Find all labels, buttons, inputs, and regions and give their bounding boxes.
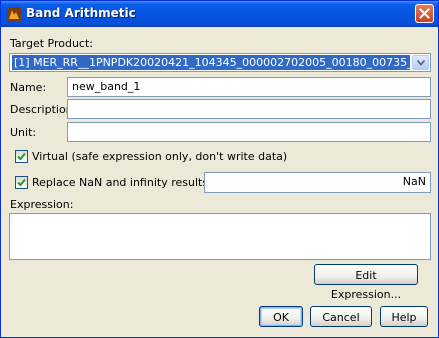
title-bar[interactable]: Band Arithmetic [1, 1, 438, 27]
cancel-button[interactable]: Cancel [310, 306, 372, 327]
target-product-value: [1] MER_RR__1PNPDK20020421_104345_000002… [12, 55, 410, 70]
unit-field[interactable] [67, 122, 431, 142]
help-button[interactable]: Help [380, 306, 428, 327]
app-icon [7, 7, 21, 21]
replace-nan-checkbox[interactable] [15, 176, 28, 189]
virtual-label[interactable]: Virtual (safe expression only, don't wri… [32, 150, 287, 163]
name-label: Name: [10, 81, 47, 94]
replace-nan-value-field[interactable]: NaN [204, 172, 431, 193]
expression-label: Expression: [10, 198, 74, 211]
checkmark-icon [17, 178, 26, 187]
close-icon [419, 8, 430, 19]
replace-nan-label[interactable]: Replace NaN and infinity results by [32, 176, 225, 189]
name-field[interactable]: new_band_1 [67, 77, 431, 97]
band-arithmetic-dialog: Band Arithmetic Target Product: [1] MER_… [0, 0, 439, 338]
window-title: Band Arithmetic [26, 6, 136, 20]
edit-expression-button[interactable]: Edit Expression... [314, 264, 418, 301]
chevron-down-icon [417, 60, 425, 66]
expression-area[interactable] [9, 213, 431, 260]
close-button[interactable] [415, 4, 434, 23]
virtual-checkbox[interactable] [15, 150, 28, 163]
unit-label: Unit: [10, 126, 37, 139]
target-product-label: Target Product: [10, 37, 93, 50]
checkmark-icon [17, 152, 26, 161]
target-product-select[interactable]: [1] MER_RR__1PNPDK20020421_104345_000002… [9, 53, 431, 72]
ok-button[interactable]: OK [259, 306, 303, 327]
dropdown-button[interactable] [412, 55, 429, 70]
description-field[interactable] [67, 99, 431, 119]
